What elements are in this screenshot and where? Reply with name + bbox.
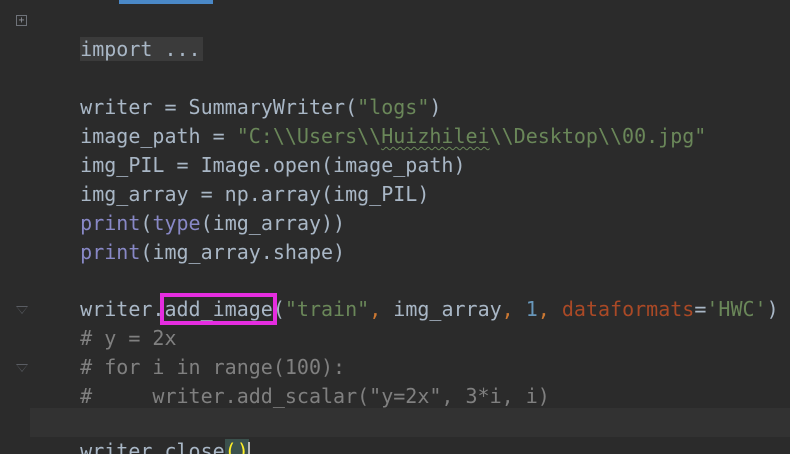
string-literal: \\Desktop\\00.jpg" — [489, 124, 707, 148]
comma: , — [501, 297, 526, 321]
code-line-comment[interactable]: # y = 2x — [32, 295, 176, 350]
text-caret — [247, 441, 250, 454]
code-line-close[interactable]: writer.close() — [32, 408, 250, 454]
code-line-comment[interactable]: # for i in range(100): — [32, 324, 345, 379]
matched-paren-open: ( — [224, 439, 237, 454]
code-line-print-type[interactable]: print(type(img_array)) — [32, 180, 345, 235]
code-line-import[interactable]: import ... — [32, 6, 203, 61]
fold-expand-icon[interactable]: + — [16, 15, 27, 26]
code-text: img_array — [393, 297, 502, 321]
string-literal: "train" — [284, 297, 370, 321]
code-text: writer.close — [80, 439, 225, 454]
collapsed-import-block[interactable]: import ... — [80, 37, 203, 61]
code-line-print-shape[interactable]: print(img_array.shape) — [32, 209, 345, 264]
code-text: ) — [766, 297, 779, 321]
builtin-print: print — [80, 240, 141, 264]
active-tab-indicator — [119, 0, 213, 4]
code-text: (img_array.shape) — [140, 240, 346, 264]
comment-text: # writer.add_scalar("y=2x", 3*i, i) — [80, 384, 550, 408]
comma: , — [369, 297, 394, 321]
code-line-img-array[interactable]: img_array = np.array(img_PIL) — [32, 151, 429, 206]
code-text: ( — [272, 297, 285, 321]
fold-end-icon[interactable] — [16, 306, 28, 314]
code-text: = — [694, 297, 707, 321]
code-line-img-pil[interactable]: img_PIL = Image.open(image_path) — [32, 122, 465, 177]
number-literal: 1 — [525, 297, 538, 321]
string-literal: 'HWC' — [706, 297, 767, 321]
code-editor[interactable]: + import ... writer = SummaryWriter("log… — [0, 0, 790, 454]
code-line-comment[interactable]: # writer.add_scalar("y=2x", 3*i, i) — [32, 353, 550, 408]
code-line-image-path[interactable]: image_path = "C:\\Users\\Huizhilei\\Desk… — [32, 93, 706, 148]
code-line-writer[interactable]: writer = SummaryWriter("logs") — [32, 64, 441, 119]
code-line-add-image[interactable]: writer.add_image("train", img_array, 1, … — [32, 266, 779, 325]
keyword-argument: dataformats — [561, 297, 695, 321]
highlighted-method-add-image[interactable]: add_image — [160, 293, 277, 325]
editor-gutter: + — [0, 0, 30, 454]
comma: , — [537, 297, 562, 321]
fold-end-icon[interactable] — [16, 364, 28, 372]
